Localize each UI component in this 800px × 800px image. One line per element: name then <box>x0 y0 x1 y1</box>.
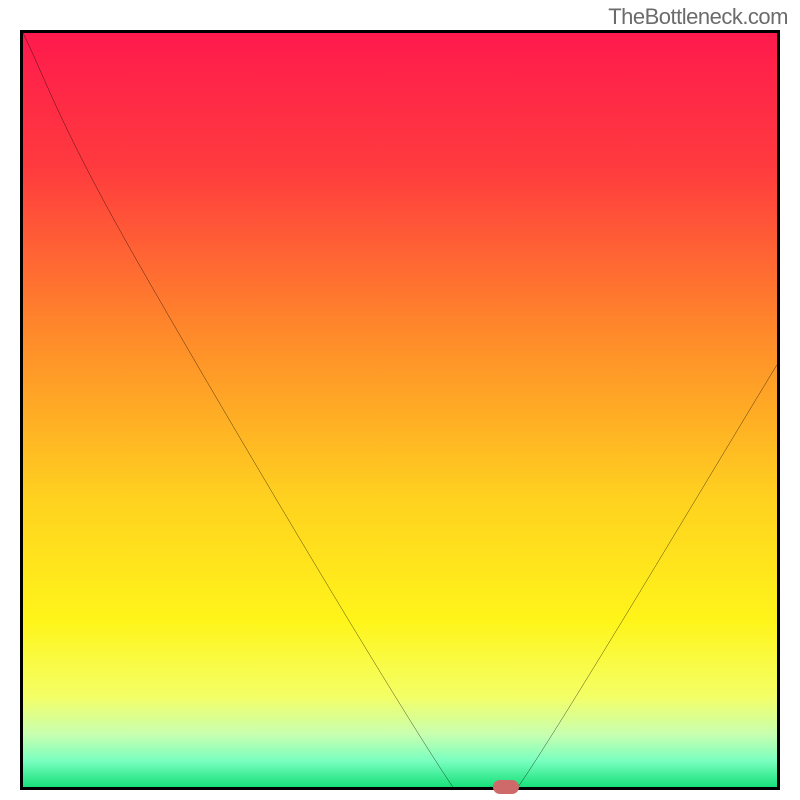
watermark-text: TheBottleneck.com <box>608 4 788 30</box>
plot-area <box>20 30 780 790</box>
optimal-marker <box>493 780 519 794</box>
chart-frame: TheBottleneck.com <box>0 0 800 800</box>
bottleneck-curve <box>23 33 777 787</box>
